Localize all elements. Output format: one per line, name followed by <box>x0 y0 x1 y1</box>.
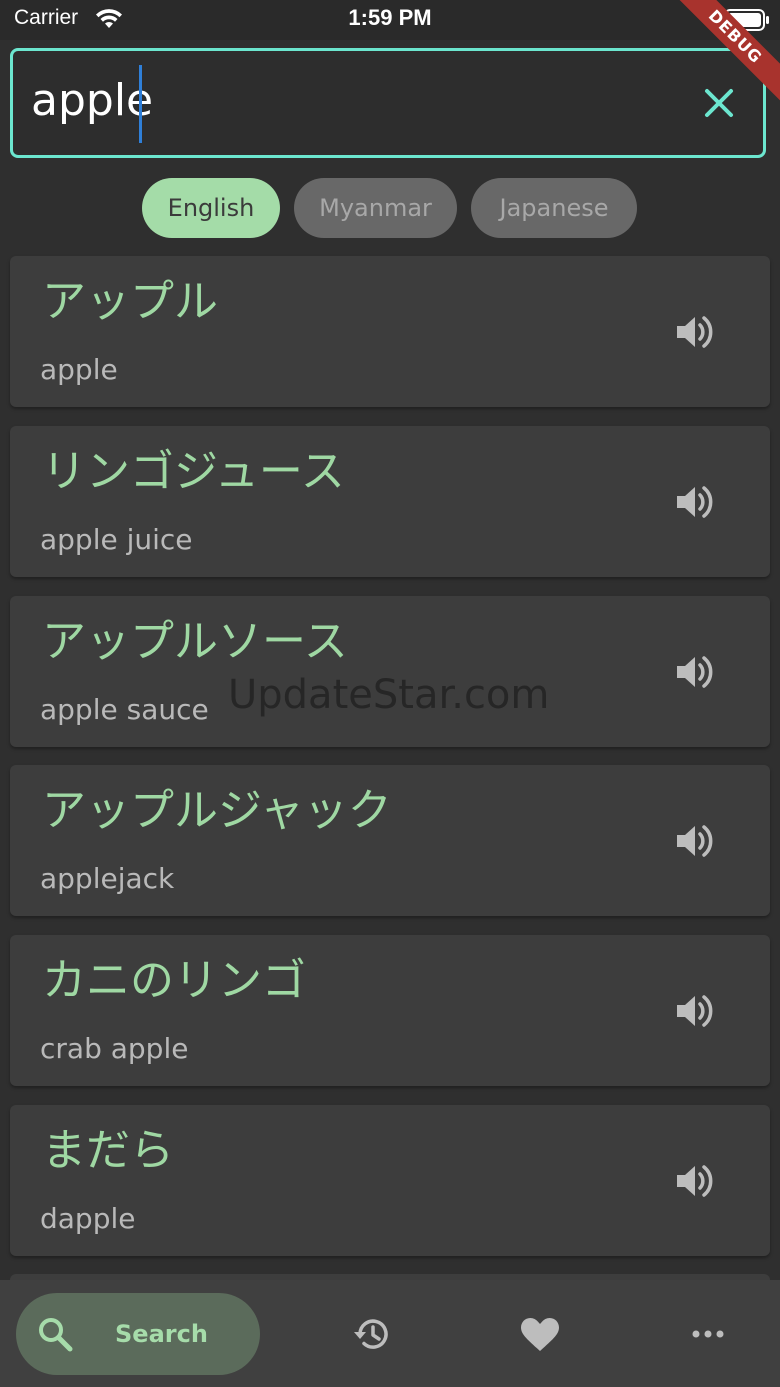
history-icon[interactable] <box>350 1312 394 1356</box>
result-card[interactable]: リンゴジュース apple juice <box>10 426 770 577</box>
result-card[interactable]: アップルジャック applejack <box>10 765 770 916</box>
result-english: applejack <box>40 862 175 895</box>
speaker-icon[interactable] <box>674 652 714 692</box>
result-japanese: まだら <box>42 1125 174 1176</box>
speaker-icon[interactable] <box>674 1161 714 1201</box>
result-card[interactable]: アップル apple <box>10 256 770 407</box>
language-filter: English Myanmar Japanese <box>0 178 780 238</box>
speaker-icon[interactable] <box>674 312 714 352</box>
clock: 1:59 PM <box>348 5 432 30</box>
close-icon[interactable] <box>699 83 739 123</box>
result-japanese: カニのリンゴ <box>42 955 306 1006</box>
search-icon <box>39 1318 73 1352</box>
result-japanese: リンゴジュース <box>42 446 345 497</box>
result-japanese: アップル <box>42 276 218 327</box>
result-japanese: アップルジャック <box>42 785 392 836</box>
search-input-value[interactable]: apple <box>31 73 153 129</box>
nav-search-label: Search <box>115 1320 208 1348</box>
speaker-icon[interactable] <box>674 991 714 1031</box>
chip-english[interactable]: English <box>142 178 280 238</box>
nav-search-tab[interactable]: Search <box>16 1293 260 1375</box>
bottom-navigation: Search <box>0 1280 780 1387</box>
search-input[interactable]: apple <box>10 48 766 158</box>
speaker-icon[interactable] <box>674 482 714 522</box>
text-caret <box>139 65 142 143</box>
result-english: apple juice <box>40 523 193 556</box>
chip-japanese[interactable]: Japanese <box>471 178 637 238</box>
status-bar: Carrier 1:59 PM <box>0 0 780 40</box>
result-japanese: アップルソース <box>42 616 348 667</box>
speaker-icon[interactable] <box>674 821 714 861</box>
result-english: apple <box>40 353 118 386</box>
result-card[interactable]: まだら dapple <box>10 1105 770 1256</box>
result-card[interactable]: カニのリンゴ crab apple <box>10 935 770 1086</box>
more-icon[interactable] <box>686 1312 730 1356</box>
result-english: apple sauce <box>40 693 209 726</box>
result-english: dapple <box>40 1202 136 1235</box>
result-english: crab apple <box>40 1032 189 1065</box>
chip-myanmar[interactable]: Myanmar <box>294 178 457 238</box>
watermark: UpdateStar.com <box>228 672 550 718</box>
heart-icon[interactable] <box>518 1312 562 1356</box>
